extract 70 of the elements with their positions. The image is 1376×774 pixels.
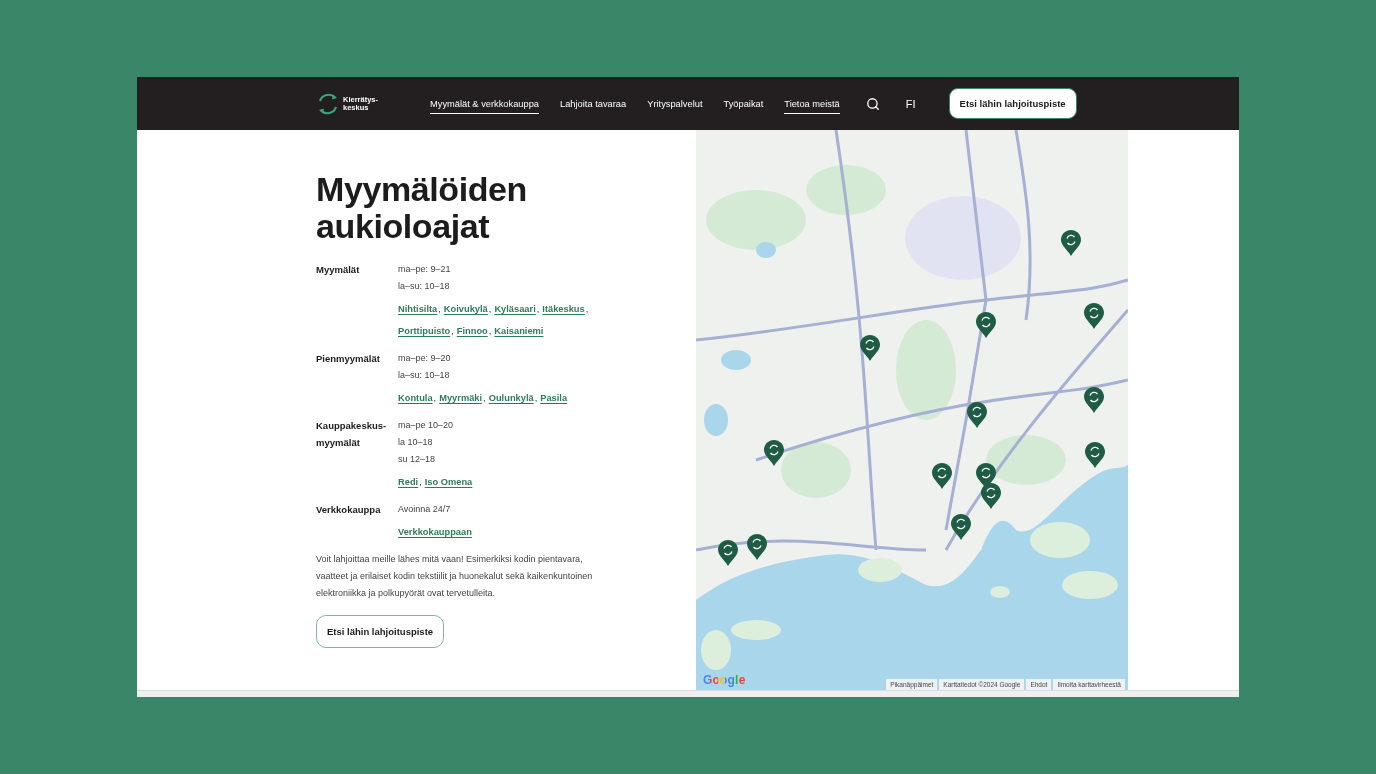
map-pin-icon[interactable] — [1085, 442, 1105, 468]
nav-link[interactable]: Tietoa meistä — [784, 96, 840, 114]
island-shape — [1062, 571, 1118, 599]
lake-shape — [721, 350, 751, 370]
store-link[interactable]: Verkkokauppaan — [398, 520, 472, 543]
map-pin-icon[interactable] — [932, 463, 952, 489]
map-pin-icon[interactable] — [747, 534, 767, 560]
map-pin-icon[interactable] — [764, 440, 784, 466]
comma-separator: , — [451, 324, 454, 338]
nav-link[interactable]: Työpaikat — [723, 96, 764, 114]
map-pin-icon[interactable] — [860, 335, 880, 361]
comma-separator: , — [438, 302, 441, 316]
store-link[interactable]: Nihtisilta — [398, 297, 438, 320]
comma-separator: , — [534, 391, 538, 405]
map-pin-icon[interactable] — [1061, 230, 1081, 256]
find-donation-point-button[interactable]: Etsi lähin lahjoituspiste — [316, 614, 445, 648]
store-link[interactable]: Porttipuisto — [398, 319, 451, 342]
lake-shape — [704, 404, 728, 436]
map-pin-icon[interactable] — [951, 514, 971, 540]
store-link[interactable]: Kontula — [398, 386, 433, 409]
store-link[interactable]: Oulunkylä — [488, 386, 534, 409]
comma-separator: , — [419, 475, 422, 489]
nav-link[interactable]: Yrityspalvelut — [647, 96, 703, 114]
store-type-label: Kauppakeskus-myymälät — [316, 419, 388, 450]
map-pin-icon[interactable] — [976, 463, 996, 489]
store-link[interactable]: Kaisaniemi — [494, 319, 544, 342]
map-pin-icon[interactable] — [967, 402, 987, 428]
map-pin-icon[interactable] — [718, 540, 738, 566]
opening-hours-text: la 10–18 — [398, 436, 434, 449]
store-link[interactable]: Pasila — [540, 386, 568, 409]
recycle-logo-icon — [316, 91, 340, 116]
lake-shape — [756, 242, 776, 258]
store-link[interactable]: Itäkeskus — [542, 297, 585, 320]
opening-hours-text: Avoinna 24/7 — [398, 503, 452, 516]
store-link[interactable]: Myyrmäki — [439, 386, 483, 409]
opening-hours-text: la–su: 10–18 — [398, 369, 451, 382]
comma-separator: , — [433, 391, 437, 405]
comma-separator: , — [536, 302, 540, 316]
intro-paragraph: Voit lahjoittaa meille lähes mitä vaan! Esimerkiksi kodin pientavara, vaatteet ja erilaiset kodin tekstiilit ja huonekalut sekä kaikenkuntoinen elektroniikka ja polkupyörät ovat tervetulleita. — [316, 553, 594, 600]
store-link[interactable]: Finnoo — [456, 319, 488, 342]
comma-separator: , — [483, 391, 486, 405]
store-type-label: Pienmyymälät — [316, 352, 381, 366]
map-pin-icon[interactable] — [1084, 303, 1104, 329]
opening-hours-text: su 12–18 — [398, 453, 437, 466]
find-donation-point-button[interactable]: Etsi lähin lahjoituspiste — [948, 88, 1077, 119]
language-button[interactable]: FI — [905, 97, 916, 110]
park-area — [781, 442, 851, 498]
map-pin-icon[interactable] — [1084, 387, 1104, 413]
comma-separator: , — [488, 324, 492, 338]
store-link[interactable]: Kyläsaari — [494, 297, 536, 320]
nav-link[interactable]: Lahjoita tavaraa — [560, 96, 627, 114]
opening-hours-text: ma–pe 10–20 — [398, 419, 455, 432]
page-title: Myymälöiden aukioloajat — [316, 171, 528, 245]
island-shape — [990, 586, 1010, 598]
comma-separator: , — [488, 302, 492, 316]
store-link[interactable]: Redi — [398, 470, 419, 493]
nav-link[interactable]: Myymälät & verkkokauppa — [430, 96, 540, 114]
opening-hours-text: ma–pe: 9–21 — [398, 263, 452, 276]
store-type-label: Verkkokauppa — [316, 503, 382, 517]
island-shape — [1030, 522, 1090, 558]
map-pin-icon[interactable] — [981, 483, 1001, 509]
store-link[interactable]: Koivukylä — [443, 297, 488, 320]
comma-separator: , — [585, 302, 589, 316]
map-pin-icon[interactable] — [976, 312, 996, 338]
island-shape — [858, 558, 902, 582]
search-icon[interactable] — [865, 96, 880, 111]
store-type-label: Myymälät — [316, 263, 361, 277]
opening-hours-text: la–su: 10–18 — [398, 280, 451, 293]
store-link[interactable]: Iso Omena — [424, 470, 473, 493]
opening-hours-text: ma–pe: 9–20 — [398, 352, 452, 365]
